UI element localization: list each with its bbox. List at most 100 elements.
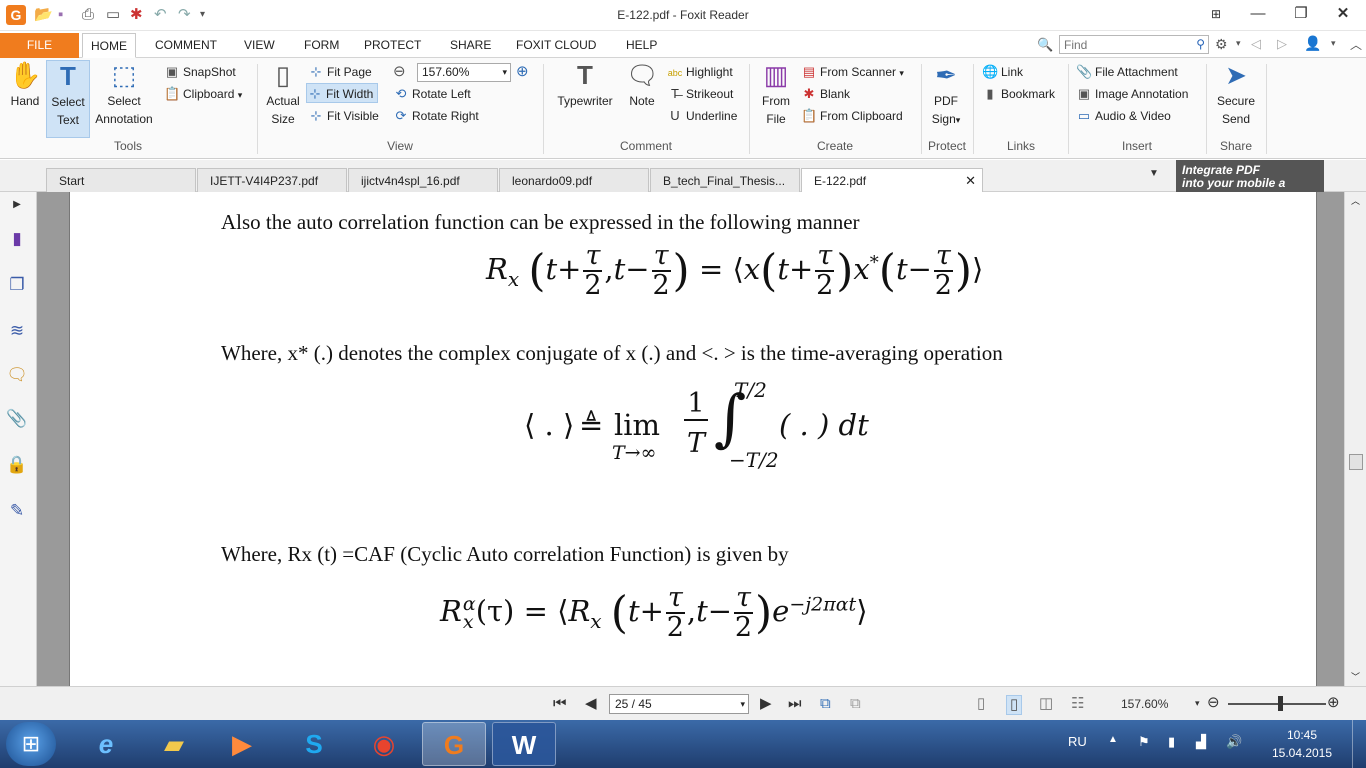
select-text-button[interactable]: T Select Text xyxy=(46,60,90,138)
actual-size-button[interactable]: ▯ Actual Size xyxy=(262,60,304,128)
language-indicator[interactable]: RU xyxy=(1068,734,1087,749)
tab-start[interactable]: Start xyxy=(46,168,196,192)
first-page-icon[interactable]: ⏮ xyxy=(553,695,567,713)
document-view[interactable]: Also the auto correlation function can b… xyxy=(37,192,1344,686)
from-clipboard-button[interactable]: 📋 From Clipboard xyxy=(801,106,903,126)
show-desktop-button[interactable] xyxy=(1352,720,1366,768)
menu-view[interactable]: VIEW xyxy=(236,33,283,58)
foxit-reader-taskbar-icon[interactable]: G xyxy=(422,722,486,766)
tab-leonardo09[interactable]: leonardo09.pdf xyxy=(499,168,649,192)
facing-pages-icon[interactable]: ◫ xyxy=(1039,695,1053,713)
secure-send-button[interactable]: ➤ Secure Send xyxy=(1211,60,1261,128)
menu-file[interactable]: FILE xyxy=(0,33,79,58)
menu-foxit-cloud[interactable]: FOXIT CLOUD xyxy=(508,33,604,58)
ribbon-toggle-icon[interactable]: ⊞ xyxy=(1201,3,1231,25)
comments-panel-icon[interactable]: 🗨 xyxy=(6,364,28,386)
next-result-icon[interactable]: ▷ xyxy=(1277,36,1287,52)
volume-icon[interactable]: 🔊 xyxy=(1226,734,1242,750)
single-page-icon[interactable]: ▯ xyxy=(977,695,985,713)
scroll-up-icon[interactable]: ︿ xyxy=(1351,194,1360,207)
fit-visible-button[interactable]: ⊹ Fit Visible xyxy=(308,106,379,126)
collapse-ribbon-icon[interactable]: ︿ xyxy=(1350,36,1362,53)
attachments-panel-icon[interactable]: 📎 xyxy=(6,408,28,430)
last-page-icon[interactable]: ⏭ xyxy=(788,695,802,713)
from-file-button[interactable]: ▥ From File xyxy=(756,60,796,128)
from-scanner-button[interactable]: ▤ From Scanner ▾ xyxy=(801,62,904,82)
page-number-select[interactable]: 25 / 45 ▾ xyxy=(609,694,749,714)
network-signal-icon[interactable]: ▟ xyxy=(1196,734,1206,750)
menu-form[interactable]: FORM xyxy=(296,33,347,58)
word-icon[interactable]: W xyxy=(492,722,556,766)
minimize-button[interactable]: — xyxy=(1243,3,1273,25)
select-annotation-button[interactable]: ⬚ Select Annotation xyxy=(92,60,156,128)
layers-panel-icon[interactable]: ≋ xyxy=(6,320,28,342)
internet-explorer-icon[interactable]: e xyxy=(74,722,138,766)
prev-result-icon[interactable]: ◁ xyxy=(1251,36,1261,52)
rotate-right-button[interactable]: ⟳ Rotate Right xyxy=(393,106,479,126)
link-button[interactable]: 🌐 Link xyxy=(982,62,1023,82)
previous-page-icon[interactable]: ◀ xyxy=(585,695,597,713)
strikeout-button[interactable]: T̶ Strikeout xyxy=(667,84,733,104)
zoom-in-icon[interactable]: ⊕ xyxy=(516,62,529,80)
clipboard-button[interactable]: 📋 Clipboard ▾ xyxy=(164,84,242,104)
search-icon[interactable]: ⚲ xyxy=(1196,37,1205,51)
scroll-thumb[interactable] xyxy=(1349,454,1363,470)
menu-home[interactable]: HOME xyxy=(82,33,136,58)
expand-panel-icon[interactable]: ▶ xyxy=(6,194,28,216)
underline-button[interactable]: U Underline xyxy=(667,106,737,126)
image-annotation-button[interactable]: ▣ Image Annotation xyxy=(1076,84,1189,104)
tab-ijictv4n4spl[interactable]: ijictv4n4spl_16.pdf xyxy=(348,168,498,192)
tab-btech-thesis[interactable]: B_tech_Final_Thesis... xyxy=(650,168,800,192)
zoom-out-icon[interactable]: ⊖ xyxy=(393,62,406,80)
file-attachment-button[interactable]: 📎 File Attachment xyxy=(1076,62,1178,82)
settings-dropdown-icon[interactable]: ▾ xyxy=(1236,38,1241,49)
zoom-out-status-icon[interactable]: ⊖ xyxy=(1207,694,1220,712)
zoom-level-dropdown-icon[interactable]: ▾ xyxy=(1195,698,1200,709)
menu-share[interactable]: SHARE xyxy=(442,33,499,58)
vertical-scrollbar[interactable]: ︿ ﹀ xyxy=(1344,192,1366,686)
menu-help[interactable]: HELP xyxy=(618,33,665,58)
ad-banner[interactable]: Integrate PDF into your mobile a xyxy=(1176,160,1324,192)
zoom-slider[interactable] xyxy=(1228,703,1326,705)
find-options-icon[interactable]: 🔍 xyxy=(1037,37,1053,53)
start-button[interactable]: ⊞ xyxy=(6,722,56,766)
settings-gear-icon[interactable]: ⚙ xyxy=(1215,36,1228,53)
find-input[interactable] xyxy=(1060,36,1185,53)
show-hidden-icons-icon[interactable]: ▲ xyxy=(1108,734,1118,745)
note-button[interactable]: 🗨 Note xyxy=(622,60,662,110)
zoom-select[interactable]: 157.60% ▾ xyxy=(417,63,511,82)
highlight-button[interactable]: abc Highlight xyxy=(667,62,733,82)
fit-width-button[interactable]: ⊹ Fit Width xyxy=(306,83,379,103)
scroll-down-icon[interactable]: ﹀ xyxy=(1351,670,1360,683)
next-view-icon[interactable]: ⧉ xyxy=(850,695,861,713)
maximize-button[interactable]: ❐ xyxy=(1286,3,1316,25)
pdf-sign-button[interactable]: ✒ PDF Sign▾ xyxy=(926,60,966,129)
fit-page-button[interactable]: ⊹ Fit Page xyxy=(308,62,372,82)
user-avatar-icon[interactable]: 👤 xyxy=(1304,35,1321,52)
blank-button[interactable]: ✱ Blank xyxy=(801,84,850,104)
continuous-page-icon[interactable]: ▯ xyxy=(1006,695,1023,715)
system-clock[interactable]: 10:45 15.04.2015 xyxy=(1262,726,1342,762)
next-page-icon[interactable]: ▶ xyxy=(760,695,772,713)
zoom-slider-thumb[interactable] xyxy=(1278,696,1283,711)
bookmark-button[interactable]: ▮ Bookmark xyxy=(982,84,1055,104)
menu-comment[interactable]: COMMENT xyxy=(147,33,225,58)
signature-panel-icon[interactable]: ✎ xyxy=(6,500,28,522)
close-button[interactable]: ✕ xyxy=(1328,3,1358,25)
tab-e122[interactable]: E-122.pdf ✕ xyxy=(801,168,983,193)
menu-protect[interactable]: PROTECT xyxy=(356,33,429,58)
tab-close-icon[interactable]: ✕ xyxy=(965,169,976,193)
hand-button[interactable]: ✋ Hand xyxy=(4,60,46,110)
security-lock-icon[interactable]: 🔒 xyxy=(6,454,28,476)
file-explorer-icon[interactable]: ▰ xyxy=(142,722,206,766)
find-box[interactable]: ⚲ xyxy=(1059,35,1209,54)
rotate-left-button[interactable]: ⟲ Rotate Left xyxy=(393,84,471,104)
battery-icon[interactable]: ▮ xyxy=(1168,734,1175,750)
typewriter-button[interactable]: T Typewriter xyxy=(551,60,619,110)
chrome-icon[interactable]: ◉ xyxy=(352,722,416,766)
bookmarks-panel-icon[interactable]: ▮ xyxy=(6,228,28,250)
media-player-icon[interactable]: ▶ xyxy=(210,722,274,766)
continuous-facing-icon[interactable]: ☷ xyxy=(1071,695,1084,713)
user-dropdown-icon[interactable]: ▾ xyxy=(1331,38,1336,49)
action-center-icon[interactable]: ⚑ xyxy=(1138,734,1150,750)
